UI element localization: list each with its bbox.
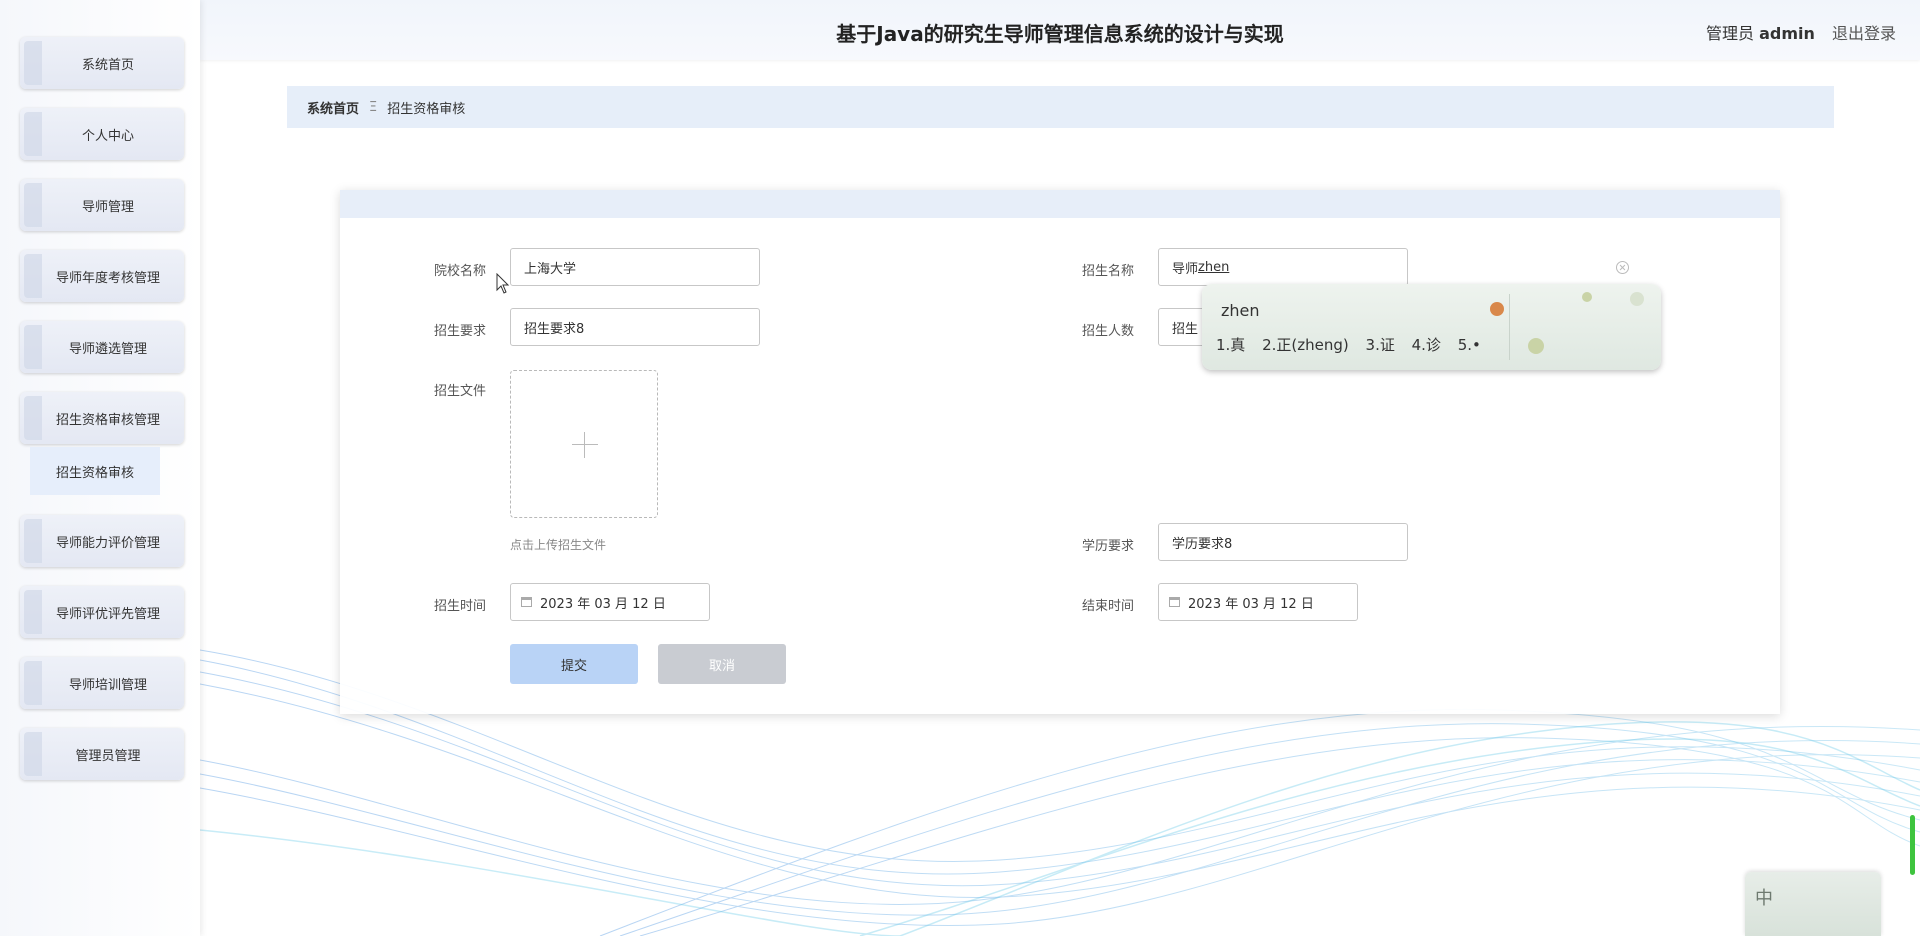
- school-value: 上海大学: [524, 261, 577, 277]
- sidebar-item-training-management[interactable]: 导师培训管理: [20, 657, 184, 709]
- sidebar-item-label: 个人中心: [81, 128, 134, 144]
- plus-icon-bar: [572, 444, 598, 445]
- breadcrumb-separator-icon: Ξ: [369, 99, 378, 115]
- sidebar-item-admin-management[interactable]: 管理员管理: [20, 728, 184, 780]
- ime-mode-indicator[interactable]: 中: [1755, 884, 1773, 910]
- sidebar-item-label: 导师管理: [81, 199, 134, 215]
- sidebar-item-label: 招生资格审核管理: [55, 412, 160, 428]
- system-title: 基于Java的研究生导师管理信息系统的设计与实现: [836, 22, 1284, 46]
- sidebar-subitem-enrollment-review[interactable]: 招生资格审核: [30, 447, 160, 495]
- requirement-input[interactable]: 招生要求8: [510, 308, 760, 346]
- sidebar-item-home[interactable]: 系统首页: [20, 37, 184, 89]
- top-header: 基于Java的研究生导师管理信息系统的设计与实现 管理员 admin 退出登录: [200, 0, 1920, 60]
- ime-logo-icon: [1490, 302, 1504, 316]
- sidebar-item-supervisor-selection[interactable]: 导师遴选管理: [20, 321, 184, 373]
- school-input[interactable]: 上海大学: [510, 248, 760, 286]
- edu-input[interactable]: 学历要求8: [1158, 523, 1408, 561]
- breadcrumb: 系统首页 Ξ 招生资格审核: [287, 86, 1834, 128]
- scroll-indicator: [1910, 815, 1915, 875]
- plus-icon: [584, 432, 585, 458]
- cancel-button[interactable]: 取消: [658, 644, 786, 684]
- enroll-name-label: 招生名称: [1082, 264, 1135, 279]
- start-time-label: 招生时间: [434, 599, 487, 614]
- file-label: 招生文件: [434, 384, 487, 399]
- logout-link[interactable]: 退出登录: [1832, 24, 1896, 43]
- ime-candidate-list: 1.真 2.正(zheng) 3.证 4.诊 5.•: [1216, 334, 1493, 355]
- count-label: 招生人数: [1082, 324, 1135, 339]
- ime-candidate-window: zhen 1.真 2.正(zheng) 3.证 4.诊 5.•: [1202, 284, 1661, 370]
- app-root: 系统首页 个人中心 导师管理 导师年度考核管理 导师遴选管理 招生资格审核管理 …: [0, 0, 1920, 936]
- sidebar-item-label: 导师培训管理: [68, 677, 147, 693]
- ime-candidate[interactable]: 2.正(zheng): [1262, 336, 1349, 354]
- ime-candidate[interactable]: 3.证: [1366, 336, 1395, 354]
- sidebar-item-supervisor-management[interactable]: 导师管理: [20, 179, 184, 231]
- school-label: 院校名称: [434, 264, 487, 279]
- breadcrumb-current: 招生资格审核: [387, 101, 466, 117]
- ime-candidate[interactable]: 4.诊: [1412, 336, 1441, 354]
- sidebar-item-annual-assessment[interactable]: 导师年度考核管理: [20, 250, 184, 302]
- enroll-name-composition: zhen: [1198, 259, 1230, 275]
- breadcrumb-home[interactable]: 系统首页: [307, 98, 359, 117]
- ime-skin-artwork: [1520, 290, 1654, 364]
- ime-candidate[interactable]: 1.真: [1216, 336, 1245, 354]
- sidebar-item-ability-evaluation[interactable]: 导师能力评价管理: [20, 515, 184, 567]
- ime-composition: zhen: [1221, 301, 1260, 320]
- submit-button[interactable]: 提交: [510, 644, 638, 684]
- panel-header-bar: [340, 190, 1780, 218]
- sidebar-item-personal-center[interactable]: 个人中心: [20, 108, 184, 160]
- end-date-picker[interactable]: 2023 年 03 月 12 日: [1158, 583, 1358, 621]
- edu-value: 学历要求8: [1172, 536, 1233, 552]
- sidebar-subitem-label: 招生资格审核: [55, 465, 134, 481]
- start-date-picker[interactable]: 2023 年 03 月 12 日: [510, 583, 710, 621]
- sidebar-item-label: 系统首页: [81, 57, 134, 73]
- ime-status-bar[interactable]: 中: [1745, 872, 1881, 936]
- enroll-name-prefix: 导师: [1172, 261, 1199, 277]
- sidebar-item-excellence-evaluation[interactable]: 导师评优评先管理: [20, 586, 184, 638]
- user-name: admin: [1759, 24, 1815, 43]
- calendar-icon: [1169, 597, 1180, 607]
- calendar-icon: [521, 597, 532, 607]
- sidebar-item-label: 导师评优评先管理: [55, 606, 160, 622]
- start-date-value: 2023 年 03 月 12 日: [540, 596, 666, 612]
- count-value: 招生: [1172, 321, 1199, 337]
- user-role: 管理员: [1705, 24, 1754, 43]
- mouse-pointer-icon: [496, 273, 510, 294]
- sidebar-item-label: 导师年度考核管理: [55, 270, 160, 286]
- enrollment-form-panel: 院校名称 上海大学 招生名称 导师 zhen 招生要求 招生要求8 招生人数 招生…: [340, 190, 1780, 714]
- clear-icon[interactable]: [1616, 261, 1629, 274]
- end-time-label: 结束时间: [1082, 599, 1135, 614]
- sidebar: 系统首页 个人中心 导师管理 导师年度考核管理 导师遴选管理 招生资格审核管理 …: [0, 0, 200, 936]
- sidebar-item-label: 导师遴选管理: [68, 341, 147, 357]
- sidebar-item-label: 导师能力评价管理: [55, 535, 160, 551]
- ime-candidate[interactable]: 5.•: [1458, 336, 1481, 354]
- ime-divider: [1509, 294, 1510, 360]
- sidebar-item-enrollment-qualification[interactable]: 招生资格审核管理: [20, 392, 184, 444]
- enroll-name-input[interactable]: 导师 zhen: [1158, 248, 1408, 286]
- edu-label: 学历要求: [1082, 539, 1135, 554]
- file-upload-box[interactable]: [510, 370, 658, 518]
- sidebar-item-label: 管理员管理: [75, 748, 141, 764]
- upload-hint: 点击上传招生文件: [510, 538, 607, 552]
- requirement-label: 招生要求: [434, 324, 487, 339]
- end-date-value: 2023 年 03 月 12 日: [1188, 596, 1314, 612]
- requirement-value: 招生要求8: [524, 321, 585, 337]
- user-area: 管理员 admin 退出登录: [1706, 20, 1896, 44]
